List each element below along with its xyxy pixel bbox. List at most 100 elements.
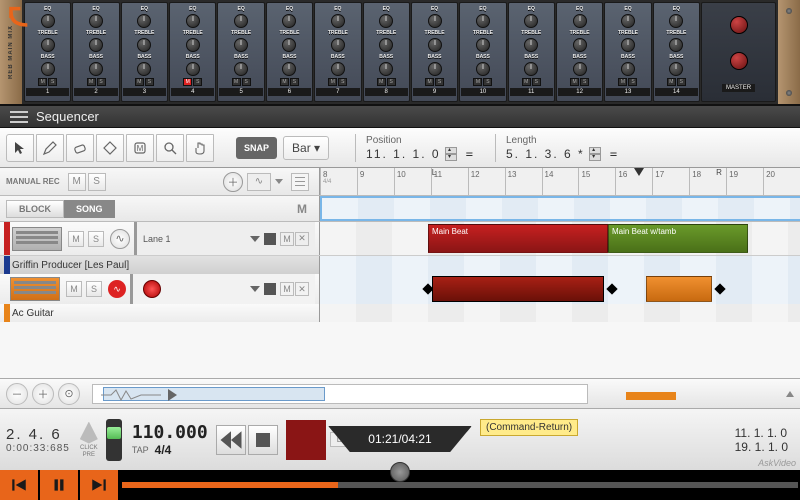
- global-mute-button[interactable]: M: [68, 173, 86, 191]
- chevron-down-icon[interactable]: [275, 179, 283, 184]
- ruler-tick[interactable]: 16: [615, 168, 652, 195]
- channel-mute-button[interactable]: M: [377, 78, 386, 86]
- channel-solo-button[interactable]: S: [435, 78, 444, 86]
- bass-knob[interactable]: [524, 62, 538, 76]
- click-level-fader[interactable]: [106, 419, 122, 461]
- treble-knob[interactable]: [524, 38, 538, 52]
- loop-right-marker[interactable]: R: [716, 168, 726, 178]
- channel-mute-button[interactable]: M: [618, 78, 627, 86]
- bass-knob[interactable]: [379, 62, 393, 76]
- time-signature[interactable]: 4/4: [155, 443, 172, 457]
- treble-knob[interactable]: [476, 38, 490, 52]
- song-mode-button[interactable]: SONG: [64, 200, 115, 218]
- song-navigator[interactable]: [92, 384, 588, 404]
- eq-knob[interactable]: [379, 14, 393, 28]
- ruler-tick[interactable]: 19: [726, 168, 763, 195]
- channel-mute-button[interactable]: M: [280, 78, 289, 86]
- loop-left-marker[interactable]: L: [432, 168, 442, 178]
- mixer-master[interactable]: MASTER: [701, 2, 776, 102]
- eq-knob[interactable]: [89, 14, 103, 28]
- track-solo-button[interactable]: S: [88, 231, 104, 247]
- mixer-channel-11[interactable]: EQ TREBLE BASS MS 11: [508, 2, 555, 102]
- channel-mute-button[interactable]: M: [232, 78, 241, 86]
- position-display[interactable]: 2. 4. 6 0:00:33:685: [6, 426, 70, 454]
- bass-knob[interactable]: [573, 62, 587, 76]
- lane-delete[interactable]: ✕: [295, 282, 309, 296]
- bass-knob[interactable]: [428, 62, 442, 76]
- eq-knob[interactable]: [41, 14, 55, 28]
- clip-main-beat[interactable]: Main Beat: [428, 224, 608, 253]
- add-track-button[interactable]: ＋: [223, 172, 243, 192]
- channel-mute-button[interactable]: M: [522, 78, 531, 86]
- track-mute-button[interactable]: M: [66, 281, 82, 297]
- playhead-marker[interactable]: [634, 168, 644, 176]
- position-stepper[interactable]: ▴▾: [445, 147, 457, 161]
- channel-solo-button[interactable]: S: [145, 78, 154, 86]
- clip-main-beat-tamb[interactable]: Main Beat w/tamb: [608, 224, 748, 253]
- snap-button[interactable]: SNAP: [236, 137, 277, 159]
- song-mute-button[interactable]: M: [297, 202, 307, 216]
- ruler-tick[interactable]: 12: [468, 168, 505, 195]
- tempo-display[interactable]: 110.000 TAP4/4: [132, 422, 208, 457]
- lane-color[interactable]: [264, 283, 276, 295]
- zoom-in-button[interactable]: ＋: [32, 383, 54, 405]
- mixer-channel-8[interactable]: EQ TREBLE BASS MS 8: [363, 2, 410, 102]
- loop-locator-display[interactable]: 11. 1. 1. 0 19. 1. 1. 0: [735, 426, 788, 454]
- video-pause-button[interactable]: [40, 470, 78, 500]
- global-solo-button[interactable]: S: [88, 173, 106, 191]
- eq-knob[interactable]: [282, 14, 296, 28]
- treble-knob[interactable]: [186, 38, 200, 52]
- master-knob[interactable]: [730, 16, 748, 34]
- bass-knob[interactable]: [669, 62, 683, 76]
- treble-knob[interactable]: [379, 38, 393, 52]
- bass-knob[interactable]: [331, 62, 345, 76]
- device-icon[interactable]: [10, 277, 60, 301]
- video-prev-button[interactable]: [0, 470, 38, 500]
- track-fx-button[interactable]: ∿: [110, 229, 130, 249]
- treble-knob[interactable]: [669, 38, 683, 52]
- automation-toggle[interactable]: ∿: [247, 173, 271, 191]
- clip-handle[interactable]: [606, 283, 617, 294]
- record-region[interactable]: [286, 420, 326, 460]
- mixer-channel-14[interactable]: EQ TREBLE BASS MS 14: [653, 2, 700, 102]
- channel-mute-button[interactable]: M: [328, 78, 337, 86]
- eq-knob[interactable]: [669, 14, 683, 28]
- channel-solo-button[interactable]: S: [242, 78, 251, 86]
- bass-knob[interactable]: [621, 62, 635, 76]
- video-next-button[interactable]: [80, 470, 118, 500]
- master-knob[interactable]: [730, 52, 748, 70]
- clip-handle[interactable]: [714, 283, 725, 294]
- ruler-tick[interactable]: 11L: [431, 168, 468, 195]
- lane-delete[interactable]: ✕: [295, 232, 309, 246]
- mixer-channel-9[interactable]: EQ TREBLE BASS MS 9: [411, 2, 458, 102]
- lane-menu-icon[interactable]: [250, 286, 260, 292]
- pencil-tool[interactable]: [36, 134, 64, 162]
- bass-knob[interactable]: [137, 62, 151, 76]
- mini-overview[interactable]: [596, 392, 776, 396]
- mixer-channel-12[interactable]: EQ TREBLE BASS MS 12: [556, 2, 603, 102]
- video-progress-bar[interactable]: [122, 482, 798, 488]
- treble-knob[interactable]: [89, 38, 103, 52]
- eq-knob[interactable]: [331, 14, 345, 28]
- channel-solo-button[interactable]: S: [338, 78, 347, 86]
- track-drums[interactable]: M S ∿ Lane 1 M✕ Main Beat Main Beat w/ta…: [0, 222, 800, 256]
- lane-color[interactable]: [264, 233, 276, 245]
- snap-value-select[interactable]: Bar ▾: [283, 136, 329, 160]
- razor-tool[interactable]: [96, 134, 124, 162]
- bass-knob[interactable]: [282, 62, 296, 76]
- pointer-tool[interactable]: [6, 134, 34, 162]
- mixer-channel-5[interactable]: EQ TREBLE BASS MS 5: [217, 2, 264, 102]
- lane-mute[interactable]: M: [280, 232, 294, 246]
- treble-knob[interactable]: [331, 38, 345, 52]
- channel-solo-button[interactable]: S: [387, 78, 396, 86]
- mixer-channel-3[interactable]: EQ TREBLE BASS MS 3: [121, 2, 168, 102]
- eq-knob[interactable]: [524, 14, 538, 28]
- treble-knob[interactable]: [282, 38, 296, 52]
- track-fx-badge[interactable]: ∿: [108, 280, 126, 298]
- back-button[interactable]: [4, 4, 32, 37]
- length-stepper[interactable]: ▴▾: [589, 147, 601, 161]
- mixer-channel-7[interactable]: EQ TREBLE BASS MS 7: [314, 2, 361, 102]
- channel-mute-button[interactable]: M: [667, 78, 676, 86]
- track-mute-button[interactable]: M: [68, 231, 84, 247]
- ruler-tick[interactable]: 18R: [689, 168, 726, 195]
